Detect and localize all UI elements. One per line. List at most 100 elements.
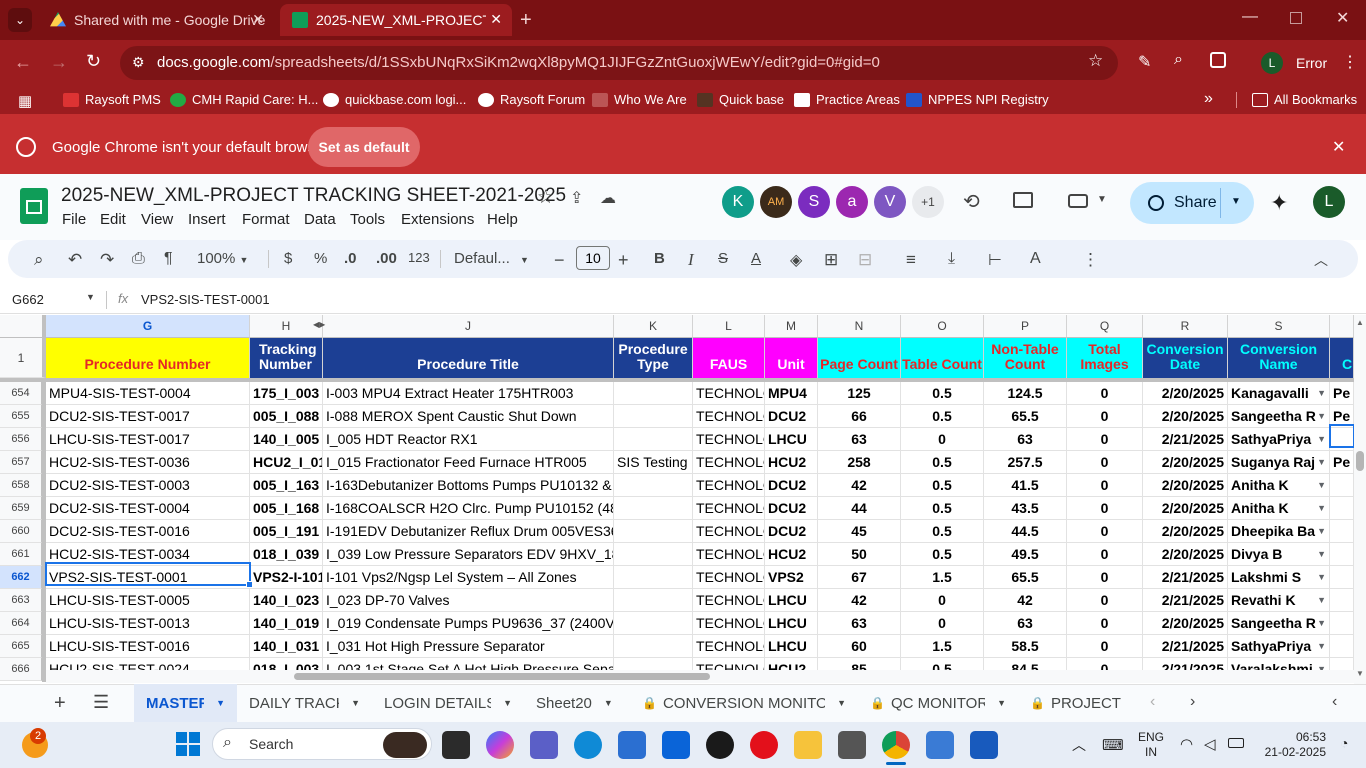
error-button[interactable]: Error [1296,47,1340,79]
cell-faus[interactable]: TECHNOLOG [693,474,765,497]
battery-icon[interactable] [1228,738,1244,748]
cell-page-count[interactable]: 42 [818,589,901,612]
file-explorer-icon[interactable] [794,731,822,759]
zoom-icon[interactable]: ⌕ [1174,51,1183,69]
cell-page-count[interactable]: 125 [818,382,901,405]
cell-procedure-number[interactable]: LHCU-SIS-TEST-0005 [46,589,250,612]
cell-table-count[interactable]: 0.5 [901,543,984,566]
cell-procedure-type[interactable] [614,474,693,497]
sheet-tab-dropdown-icon[interactable]: ▼ [997,698,1006,708]
vertical-align-icon[interactable]: ⤓ [948,250,955,268]
cell-conversion-name[interactable]: Anitha K ▼ [1228,474,1330,497]
cell-tracking-number[interactable]: 175_I_003 [250,382,323,405]
cell-unit[interactable]: DCU2 [765,497,818,520]
site-info-icon[interactable]: ⚙ [132,54,145,71]
italic-button[interactable]: I [688,250,694,270]
language-indicator[interactable]: ENG IN [1138,730,1164,760]
cell-overflow[interactable] [1330,589,1354,612]
cell-conversion-date[interactable]: 2/20/2025 [1143,520,1228,543]
cell-conversion-name[interactable]: Divya B ▼ [1228,543,1330,566]
cell-table-count[interactable]: 0.5 [901,405,984,428]
chevron-down-icon[interactable]: ▼ [1317,520,1326,542]
cell-page-count[interactable]: 45 [818,520,901,543]
header-table-count[interactable]: Table Count [901,338,984,378]
cell-unit[interactable]: DCU2 [765,474,818,497]
cell-total-images[interactable]: 0 [1067,474,1143,497]
cell-faus[interactable]: TECHNOLOG [693,451,765,474]
cell-overflow[interactable]: Pe [1330,382,1354,405]
cell-faus[interactable]: TECHNOLOG [693,543,765,566]
cell-overflow[interactable]: Pe [1330,451,1354,474]
forward-icon[interactable]: → [50,52,68,73]
merge-cells-icon[interactable]: ⊟ [858,250,872,270]
menu-data[interactable]: Data [304,211,336,228]
sheet-tab-dropdown-icon[interactable]: ▼ [604,698,613,708]
task-view-icon[interactable] [442,731,470,759]
cell-table-count[interactable]: 0.5 [901,382,984,405]
collaborator-avatar[interactable]: S [798,186,830,218]
store-icon[interactable] [618,731,646,759]
cell-conversion-name[interactable]: Dheepika Ba ▼ [1228,520,1330,543]
cell-tracking-number[interactable]: HCU2_I_01 [250,451,323,474]
cell-conversion-date[interactable]: 2/20/2025 [1143,612,1228,635]
copilot-icon[interactable] [486,731,514,759]
chevron-down-icon[interactable]: ▼ [1317,451,1326,473]
row-header[interactable]: 666 [0,658,42,681]
chevron-down-icon[interactable]: ▼ [1317,566,1326,588]
hidden-column-marker[interactable]: ◀▶ [313,320,325,329]
cell-procedure-title[interactable]: I_039 Low Pressure Separators EDV 9HXV_1… [323,543,614,566]
cell-conversion-name[interactable]: Kanagavalli ▼ [1228,382,1330,405]
strikethrough-button[interactable]: S [718,250,728,267]
menu-view[interactable]: View [141,211,173,228]
cell-procedure-title[interactable]: I-163Debutanizer Bottoms Pumps PU10132 &… [323,474,614,497]
cell-unit[interactable]: LHCU [765,589,818,612]
cell-table-count[interactable]: 1.5 [901,635,984,658]
row-header[interactable]: 655 [0,405,42,428]
cell-procedure-number[interactable]: LHCU-SIS-TEST-0013 [46,612,250,635]
cell-faus[interactable]: TECHNOLOG [693,589,765,612]
cell-total-images[interactable]: 0 [1067,497,1143,520]
paint-format-icon[interactable]: ¶ [164,250,173,268]
cell-tracking-number[interactable]: 018_I_039 [250,543,323,566]
cell-procedure-number[interactable]: HCU2-SIS-TEST-0036 [46,451,250,474]
cell-total-images[interactable]: 0 [1067,382,1143,405]
sheet-tab[interactable]: MASTER ▼ [134,684,237,722]
cell-faus[interactable]: TECHNOLOG [693,428,765,451]
cell-procedure-type[interactable] [614,589,693,612]
chevron-down-icon[interactable]: ▼ [1317,635,1326,657]
fill-handle[interactable] [246,581,253,588]
text-rotation-icon[interactable]: A [1030,250,1041,268]
share-button[interactable]: Share ▼ [1130,182,1254,224]
cell-tracking-number[interactable]: 140_I_023 [250,589,323,612]
cell-procedure-title[interactable]: I-191EDV Debutanizer Reflux Drum 005VES3… [323,520,614,543]
cell-tracking-number[interactable]: 140_I_031 [250,635,323,658]
app-icon[interactable] [926,731,954,759]
decrease-font-size-icon[interactable]: − [554,250,565,271]
cell-procedure-type[interactable] [614,566,693,589]
cell-total-images[interactable]: 0 [1067,405,1143,428]
column-header-l[interactable]: L [693,315,765,338]
dell-icon[interactable] [706,731,734,759]
cell-non-table-count[interactable]: 65.5 [984,566,1067,589]
zoom-select[interactable]: 100% ▼ [197,250,248,267]
column-header-t[interactable] [1330,315,1354,338]
column-header-q[interactable]: Q [1067,315,1143,338]
network-icon[interactable]: ⌨ [1102,736,1124,754]
document-title[interactable]: 2025-NEW_XML-PROJECT TRACKING SHEET-2021… [61,185,566,207]
print-icon[interactable]: ⎙ [132,250,145,268]
sheet-tab-dropdown-icon[interactable]: ▼ [351,698,360,708]
gemini-icon[interactable]: ✦ [1270,190,1288,216]
column-header-p[interactable]: P [984,315,1067,338]
cell-procedure-number[interactable]: DCU2-SIS-TEST-0016 [46,520,250,543]
meet-dropdown-icon[interactable]: ▼ [1097,194,1107,205]
menu-extensions[interactable]: Extensions [401,211,474,228]
row-header[interactable]: 662 [0,566,42,589]
cell-table-count[interactable]: 0.5 [901,474,984,497]
apps-grid-icon[interactable]: ▦ [18,92,32,110]
cell-table-count[interactable]: 1.5 [901,566,984,589]
cell-non-table-count[interactable]: 63 [984,428,1067,451]
horizontal-scrollbar[interactable] [46,670,1354,683]
row-header[interactable]: 665 [0,635,42,658]
row-header[interactable]: 658 [0,474,42,497]
sheet-tab[interactable]: Sheet20 ▼ [524,684,630,722]
